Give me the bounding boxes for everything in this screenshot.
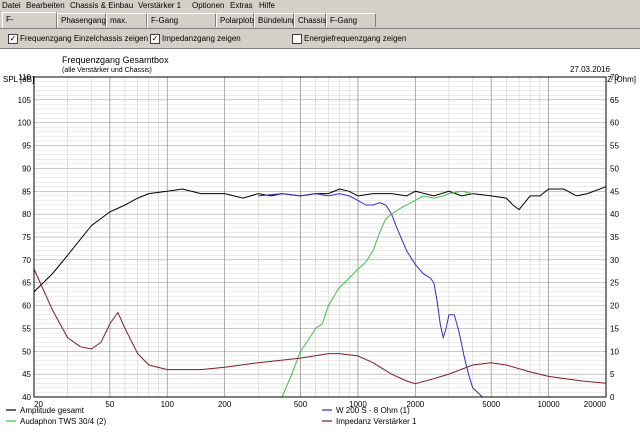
legend-label: W 200 S - 8 Ohm (1) xyxy=(336,406,410,415)
y-right-tick-label: 65 xyxy=(610,96,619,105)
y-left-tick-label: 65 xyxy=(22,279,31,288)
y-left-tick-label: 105 xyxy=(18,96,32,105)
menu-verst-rker-1[interactable]: Verstärker 1 xyxy=(138,1,181,10)
tab-b-ndelung[interactable]: Bündelung xyxy=(254,13,296,27)
y-left-tick-label: 110 xyxy=(18,73,31,82)
menu-extras[interactable]: Extras xyxy=(230,1,253,10)
y-left-tick-label: 95 xyxy=(22,142,31,151)
tab-phasengang[interactable]: Phasengang xyxy=(57,13,106,27)
x-tick-label: 100 xyxy=(161,400,175,409)
y-right-tick-label: 5 xyxy=(610,370,615,379)
y-axis-right-ticks: 0 5 10 15 20 25 30 35 40 45 50 55 60 65 70 xyxy=(610,73,619,402)
y-right-tick-label: 60 xyxy=(610,119,619,128)
show-single-chassis-label: Frequenzgang Einzelchassis zeigen xyxy=(20,34,149,43)
y-left-tick-label: 100 xyxy=(18,119,32,128)
y-right-tick-label: 45 xyxy=(610,187,619,196)
x-tick-label: 50 xyxy=(105,400,114,409)
menu-bearbeiten[interactable]: Bearbeiten xyxy=(26,1,65,10)
tab-polarplots[interactable]: Polarplots xyxy=(216,13,256,27)
frequency-response-chart: Frequenzgang Gesamtbox (alle Verstärker … xyxy=(0,49,640,435)
tab-f-gang-richtungen[interactable]: F-Gang Richtungen xyxy=(147,13,216,39)
tab-f-gang-imped[interactable]: F-Gang/Imped. xyxy=(2,12,57,38)
y-left-tick-label: 90 xyxy=(22,164,31,173)
y-right-tick-label: 0 xyxy=(610,393,615,402)
main-panel: ✓ Frequenzgang Einzelchassis zeigen ✓ Im… xyxy=(0,28,640,435)
y-right-tick-label: 50 xyxy=(610,164,619,173)
y-right-tick-label: 10 xyxy=(610,347,619,356)
show-energy-label: Energiefrequenzgang zeigen xyxy=(304,34,407,43)
y-right-tick-label: 35 xyxy=(610,233,619,242)
y-right-tick-label: 30 xyxy=(610,256,619,265)
x-tick-label: 10000 xyxy=(537,400,560,409)
y-left-tick-label: 60 xyxy=(22,302,31,311)
y-right-tick-label: 25 xyxy=(610,279,619,288)
options-bar: ✓ Frequenzgang Einzelchassis zeigen ✓ Im… xyxy=(0,29,640,49)
y-right-tick-label: 55 xyxy=(610,142,619,151)
chart-date: 27.03.2016 xyxy=(570,65,611,74)
show-energy-checkbox[interactable] xyxy=(292,34,302,44)
y-left-tick-label: 70 xyxy=(22,256,31,265)
y-left-tick-label: 55 xyxy=(22,324,31,333)
menu-hilfe[interactable]: Hilfe xyxy=(259,1,275,10)
x-tick-label: 500 xyxy=(294,400,308,409)
menu-bar: Datei Bearbeiten Chassis & Einbau Verstärke… xyxy=(0,0,640,12)
x-tick-label: 200 xyxy=(218,400,232,409)
legend-label: Impedanz Verstärker 1 xyxy=(336,417,417,426)
y-left-tick-label: 50 xyxy=(22,347,31,356)
y-right-tick-label: 20 xyxy=(610,302,619,311)
y-left-tick-label: 80 xyxy=(22,210,31,219)
menu-optionen[interactable]: Optionen xyxy=(192,1,224,10)
y-left-tick-label: 40 xyxy=(22,393,31,402)
y-right-tick-label: 15 xyxy=(610,324,619,333)
y-right-tick-label: 70 xyxy=(610,73,619,82)
show-impedance-checkbox[interactable]: ✓ xyxy=(150,34,160,44)
tab-max-pegel[interactable]: max. Pegel xyxy=(106,13,147,39)
y-left-tick-label: 75 xyxy=(22,233,31,242)
chart-subtitle: (alle Verstärker und Chassis) xyxy=(62,67,152,74)
y-left-tick-label: 45 xyxy=(22,370,31,379)
menu-datei[interactable]: Datei xyxy=(2,1,21,10)
show-single-chassis-checkbox[interactable]: ✓ xyxy=(8,34,18,44)
legend-label: Audaphon TWS 30/4 (2) xyxy=(20,417,106,426)
tab-f-gang-elektr[interactable]: F-Gang elektr. xyxy=(326,13,376,39)
show-impedance-label: Impedanzgang zeigen xyxy=(162,34,241,43)
x-tick-label: 5000 xyxy=(482,400,500,409)
y-right-tick-label: 40 xyxy=(610,210,619,219)
menu-chassis-einbau[interactable]: Chassis & Einbau xyxy=(70,1,133,10)
chart-title: Frequenzgang Gesamtbox xyxy=(62,55,169,65)
y-left-tick-label: 85 xyxy=(22,187,31,196)
legend-label: Amplitude gesamt xyxy=(20,406,85,415)
tab-bar: F-Gang/Imped.Phasengangmax. PegelF-Gang … xyxy=(0,12,640,39)
tab-chassis[interactable]: Chassis xyxy=(294,13,326,27)
x-tick-label: 20000 xyxy=(584,400,607,409)
